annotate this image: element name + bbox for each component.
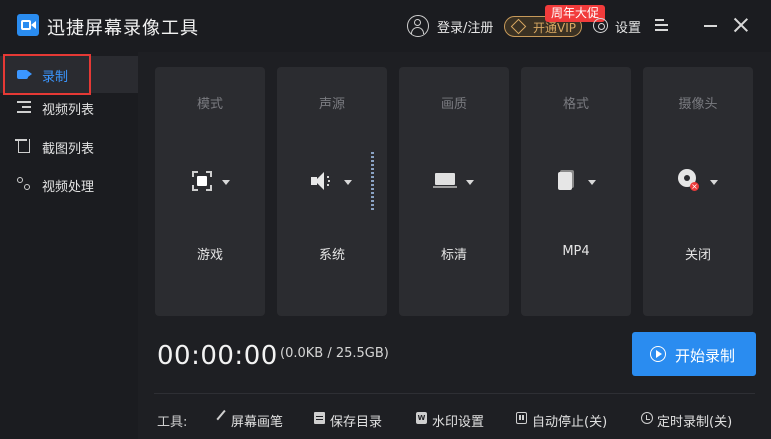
minimize-icon[interactable] <box>704 25 717 27</box>
tool-label: 水印设置 <box>432 415 485 430</box>
sidebar-item-label: 视频列表 <box>42 103 95 118</box>
option-title: 模式 <box>196 97 223 112</box>
option-card-format[interactable]: 格式 MP4 <box>521 67 631 316</box>
watermark-icon: W <box>416 412 427 424</box>
divider <box>154 393 755 394</box>
start-recording-label: 开始录制 <box>675 347 736 365</box>
settings-gear-icon[interactable] <box>593 18 608 33</box>
play-icon <box>650 346 666 362</box>
sidebar-item-screenshot-list[interactable]: 截图列表 <box>0 128 138 165</box>
chevron-down-icon[interactable] <box>466 180 474 185</box>
tool-label: 屏幕画笔 <box>231 415 284 430</box>
option-card-quality[interactable]: 画质 标清 <box>399 67 509 316</box>
camera-icon: × <box>678 169 699 193</box>
tool-label: 自动停止(关) <box>532 415 608 430</box>
record-icon <box>17 70 32 79</box>
start-recording-button[interactable]: 开始录制 <box>632 332 756 376</box>
chevron-down-icon[interactable] <box>588 180 596 185</box>
option-title: 摄像头 <box>678 97 718 112</box>
screenshot-list-icon <box>15 139 30 153</box>
format-icon <box>558 170 574 190</box>
volume-meter <box>371 152 374 212</box>
option-card-mode[interactable]: 模式 游戏 <box>155 67 265 316</box>
option-card-sound-source[interactable]: 声源 系统 <box>277 67 387 316</box>
app-logo-icon <box>17 14 39 36</box>
user-icon[interactable] <box>407 15 429 37</box>
main-panel: 模式 游戏 声源 系统 画质 标清 格式 MP4 摄像头 × 关闭 00:00:… <box>138 52 771 439</box>
recording-timer: 00:00:00 <box>157 341 278 371</box>
option-value: MP4 <box>562 244 590 259</box>
option-title: 画质 <box>440 97 467 112</box>
mode-icon <box>192 171 212 191</box>
sidebar-item-video-process[interactable]: 视频处理 <box>0 166 138 203</box>
app-title: 迅捷屏幕录像工具 <box>47 18 199 39</box>
tool-label: 保存目录 <box>330 415 383 430</box>
sidebar-item-video-list[interactable]: 视频列表 <box>0 89 138 126</box>
file-size-info: (0.0KB / 25.5GB) <box>280 346 389 361</box>
option-title: 格式 <box>562 97 589 112</box>
sidebar-item-label: 录制 <box>42 70 69 85</box>
title-bar: 迅捷屏幕录像工具 登录/注册 开通VIP 周年大促 设置 <box>0 0 771 52</box>
video-process-icon <box>17 177 31 191</box>
chevron-down-icon[interactable] <box>222 180 230 185</box>
sidebar: 录制 视频列表 截图列表 视频处理 <box>0 52 138 439</box>
login-register-link[interactable]: 登录/注册 <box>437 17 493 36</box>
sidebar-item-record[interactable]: 录制 <box>0 56 138 93</box>
chevron-down-icon[interactable] <box>710 180 718 185</box>
diamond-icon <box>510 18 527 35</box>
settings-button[interactable]: 设置 <box>615 17 641 36</box>
option-card-camera[interactable]: 摄像头 × 关闭 <box>643 67 753 316</box>
video-list-icon <box>17 101 31 113</box>
option-value: 标清 <box>440 248 467 263</box>
chevron-down-icon[interactable] <box>344 180 352 185</box>
sidebar-item-label: 截图列表 <box>42 142 95 157</box>
close-icon[interactable] <box>733 17 749 33</box>
tools-label: 工具: <box>157 415 188 430</box>
folder-icon <box>314 412 325 424</box>
timer-icon <box>641 412 653 424</box>
quality-icon <box>433 173 457 189</box>
auto-stop-icon <box>516 412 527 424</box>
sidebar-item-label: 视频处理 <box>42 180 95 195</box>
option-value: 关闭 <box>684 248 711 263</box>
option-value: 游戏 <box>196 248 223 263</box>
option-value: 系统 <box>318 248 345 263</box>
menu-icon[interactable] <box>655 19 668 31</box>
option-title: 声源 <box>318 97 345 112</box>
tool-label: 定时录制(关) <box>657 415 733 430</box>
speaker-icon <box>311 172 333 190</box>
